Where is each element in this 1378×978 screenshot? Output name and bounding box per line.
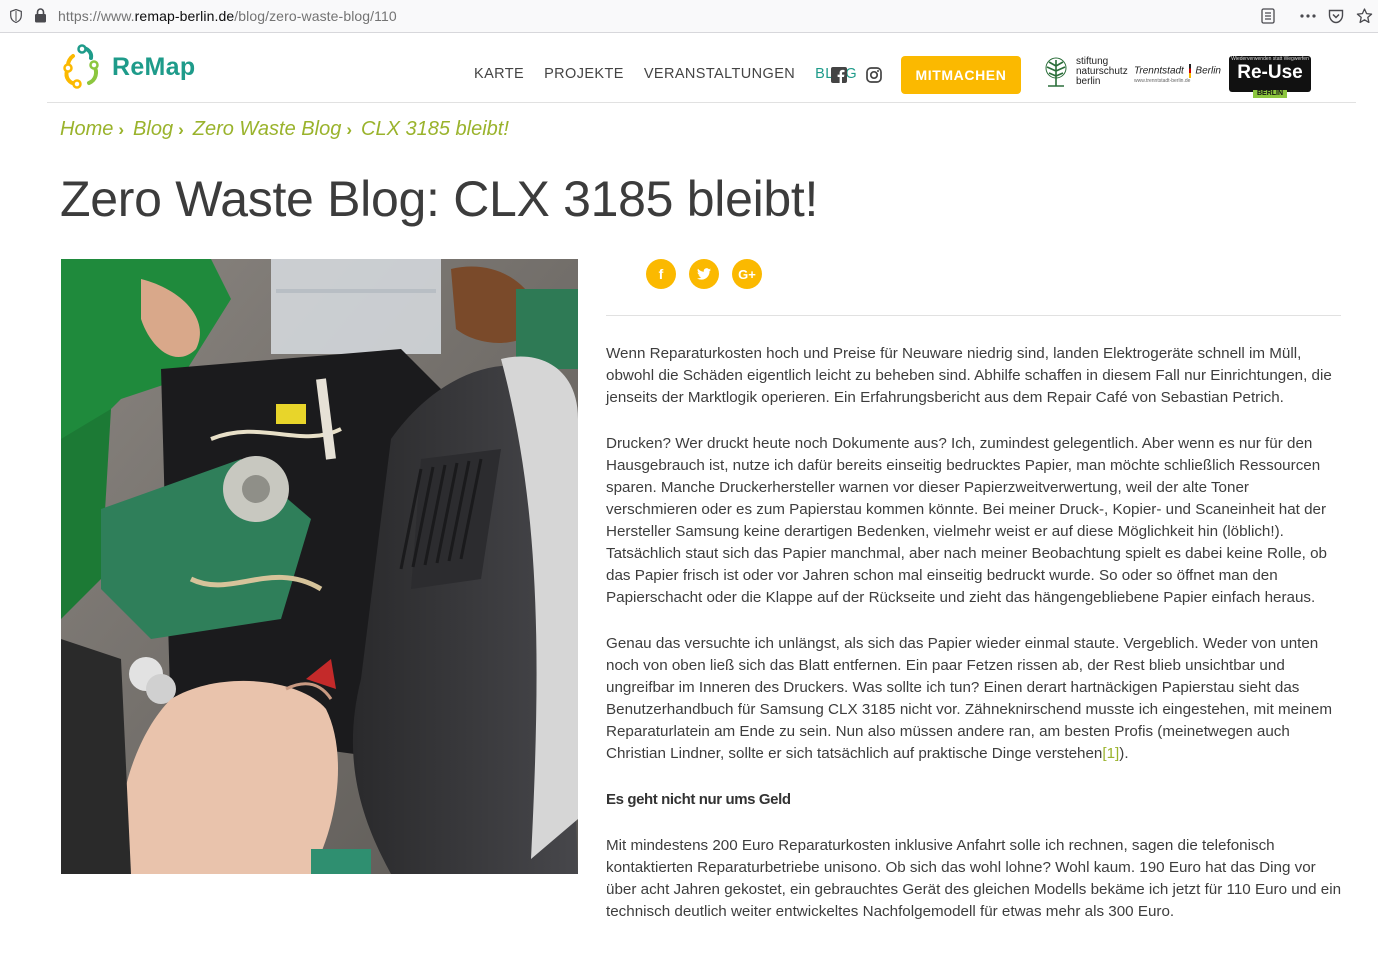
browser-toolbar: https://www.remap-berlin.de/blog/zero-wa…: [0, 0, 1378, 33]
nav-item-veranstaltungen[interactable]: VERANSTALTUNGEN: [644, 66, 795, 82]
logo-text: ReMap: [112, 52, 196, 81]
pocket-icon[interactable]: [1327, 7, 1345, 25]
facebook-icon[interactable]: [831, 67, 847, 83]
header-divider: [47, 102, 1356, 103]
content-divider: [606, 315, 1341, 316]
partner-trenntstadt-logo[interactable]: Trenntstadt Berlin www.trenntstadt-berli…: [1134, 64, 1221, 84]
trenntstadt-city: Berlin: [1195, 65, 1221, 77]
nav-item-karte[interactable]: KARTE: [474, 66, 524, 82]
article-paragraph: Mit mindestens 200 Euro Reparaturkosten …: [606, 837, 1342, 920]
instagram-icon[interactable]: [866, 67, 882, 83]
article-paragraph: Wenn Reparaturkosten hoch und Preise für…: [606, 345, 1332, 406]
share-facebook-button[interactable]: f: [646, 259, 676, 289]
breadcrumb: Home › Blog › Zero Waste Blog › CLX 3185…: [60, 118, 509, 141]
article-body: Wenn Reparaturkosten hoch und Preise für…: [606, 343, 1344, 947]
trenntstadt-text: Trenntstadt: [1134, 65, 1184, 77]
mitmachen-button[interactable]: MITMACHEN: [901, 56, 1021, 94]
site-logo[interactable]: ReMap: [60, 44, 195, 90]
remap-logo-icon: [63, 44, 99, 89]
page-title: Zero Waste Blog: CLX 3185 bleibt!: [60, 171, 819, 227]
paragraph-end: ).: [1119, 745, 1129, 762]
url-prefix: https://www.: [58, 8, 135, 24]
trenntstadt-url: www.trenntstadt-berlin.de: [1134, 78, 1191, 84]
url-path: /blog/zero-waste-blog/110: [234, 8, 397, 24]
reuse-title: Re-Use: [1237, 62, 1303, 83]
article-subheading: Es geht nicht nur ums Geld: [606, 791, 791, 808]
article-paragraph: Drucken? Wer druckt heute noch Dokumente…: [606, 435, 1327, 606]
partner-stiftung-naturschutz-logo[interactable]: stiftung naturschutz berlin: [1040, 56, 1128, 88]
partner-reuse-logo[interactable]: Wiederverwenden statt Wegwerfen Re-Use B…: [1229, 56, 1311, 98]
facebook-f-icon: f: [658, 266, 664, 282]
chevron-right-icon: ›: [118, 119, 125, 139]
bookmark-star-icon[interactable]: [1355, 7, 1373, 25]
nav-item-projekte[interactable]: PROJEKTE: [544, 66, 624, 82]
breadcrumb-blog[interactable]: Blog: [133, 118, 173, 141]
shield-icon[interactable]: [10, 9, 22, 23]
article-photo: [61, 259, 578, 874]
chevron-right-icon: ›: [346, 119, 352, 139]
lock-icon[interactable]: [34, 8, 47, 23]
tree-icon: [1045, 57, 1067, 87]
breadcrumb-current[interactable]: CLX 3185 bleibt!: [361, 118, 509, 141]
reuse-city: BERLIN: [1252, 90, 1288, 98]
share-googleplus-button[interactable]: G+: [732, 259, 762, 289]
googleplus-icon: G+: [738, 266, 756, 282]
twitter-icon: [697, 268, 711, 280]
article-paragraph: Genau das versuchte ich unlängst, als si…: [606, 633, 1344, 765]
breadcrumb-home[interactable]: Home: [60, 118, 113, 141]
breadcrumb-category[interactable]: Zero Waste Blog: [193, 118, 342, 141]
printer-repair-image: [61, 259, 578, 874]
stiftung-line-3: berlin: [1076, 76, 1101, 87]
paragraph-text: Genau das versuchte ich unlängst, als si…: [606, 635, 1333, 762]
url-bar[interactable]: https://www.remap-berlin.de/blog/zero-wa…: [58, 8, 397, 24]
more-actions-icon[interactable]: [1299, 7, 1317, 25]
chevron-right-icon: ›: [178, 119, 184, 139]
footnote-link[interactable]: [1]: [1102, 745, 1119, 762]
share-twitter-button[interactable]: [689, 259, 719, 289]
main-nav: KARTE PROJEKTE VERANSTALTUNGEN BLOG: [474, 66, 877, 82]
url-domain: remap-berlin.de: [134, 8, 235, 24]
reader-view-icon[interactable]: [1259, 7, 1277, 25]
